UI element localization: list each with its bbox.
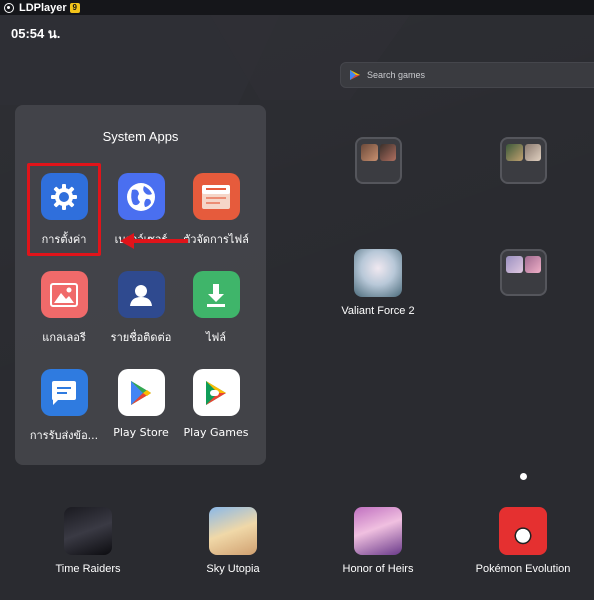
game-mini-icon <box>506 144 523 161</box>
gallery-image-icon <box>40 271 88 318</box>
app-label: แกลเลอรี <box>42 331 86 344</box>
window-title: LDPlayer <box>19 1 67 14</box>
folder-title: System Apps <box>102 129 179 144</box>
pointer-arrow-icon <box>120 233 188 249</box>
game-mini-icon <box>524 144 541 161</box>
app-files[interactable]: ไฟล์ <box>176 271 256 346</box>
dock-honor-of-heirs[interactable]: Honor of Heirs <box>313 507 443 575</box>
app-label: Play Store <box>113 426 169 439</box>
files-download-icon <box>192 271 240 318</box>
home-folder-2[interactable] <box>500 137 547 184</box>
game-mini-icon <box>361 144 378 161</box>
game-label: Valiant Force 2 <box>341 305 415 317</box>
play-games-icon <box>192 369 240 416</box>
status-clock: 05:54 น. <box>11 26 61 41</box>
dock-sky-utopia[interactable]: Sky Utopia <box>168 507 298 575</box>
valiant-force-2-art <box>354 249 402 297</box>
home-screen: 05:54 น. Search games System Apps การตั้… <box>0 15 594 600</box>
version-badge: 9 <box>69 2 80 13</box>
home-folder-3[interactable] <box>500 249 547 296</box>
game-mini-icon <box>379 144 396 161</box>
pokemon-evolution-art <box>499 507 547 555</box>
game-mini-icon <box>524 256 541 273</box>
app-label: ไฟล์ <box>205 331 227 344</box>
dock-time-raiders[interactable]: Time Raiders <box>23 507 153 575</box>
browser-globe-icon <box>117 173 165 220</box>
page-indicator-dot <box>520 473 527 480</box>
file-manager-icon <box>192 173 240 220</box>
window-titlebar: LDPlayer 9 <box>0 0 594 15</box>
home-folder-1[interactable] <box>355 137 402 184</box>
play-store-mini-icon <box>350 70 360 80</box>
app-messages[interactable]: การรับส่งข้อ... <box>24 369 104 444</box>
dock-pokemon-evolution[interactable]: Pokémon Evolution <box>458 507 588 575</box>
honor-of-heirs-art <box>354 507 402 555</box>
play-store-icon <box>117 369 165 416</box>
game-label: Sky Utopia <box>206 563 260 575</box>
settings-highlight-box <box>27 163 101 256</box>
app-gallery[interactable]: แกลเลอรี <box>24 271 104 346</box>
sky-utopia-art <box>209 507 257 555</box>
search-placeholder: Search games <box>367 70 426 80</box>
time-raiders-art <box>64 507 112 555</box>
game-label: Pokémon Evolution <box>475 563 571 575</box>
game-mini-icon <box>506 256 523 273</box>
system-apps-folder: System Apps การตั้งค่า ตัวจัดการไฟล์ แกล… <box>15 105 266 465</box>
game-label: Time Raiders <box>55 563 121 575</box>
messages-icon <box>40 369 88 416</box>
app-label: การรับส่งข้อ... <box>29 429 99 442</box>
contacts-person-icon <box>117 271 165 318</box>
app-label: Play Games <box>183 426 249 439</box>
app-play-store[interactable]: Play Store <box>101 369 181 439</box>
game-label: Honor of Heirs <box>342 563 414 575</box>
app-play-games[interactable]: Play Games <box>176 369 256 439</box>
app-label: รายชื่อติดต่อ <box>110 331 172 344</box>
search-games-bar[interactable]: Search games <box>340 62 594 88</box>
ldplayer-logo-icon <box>4 2 14 13</box>
game-valiant-force-2[interactable]: Valiant Force 2 <box>313 249 443 317</box>
app-contacts[interactable]: รายชื่อติดต่อ <box>101 271 181 346</box>
